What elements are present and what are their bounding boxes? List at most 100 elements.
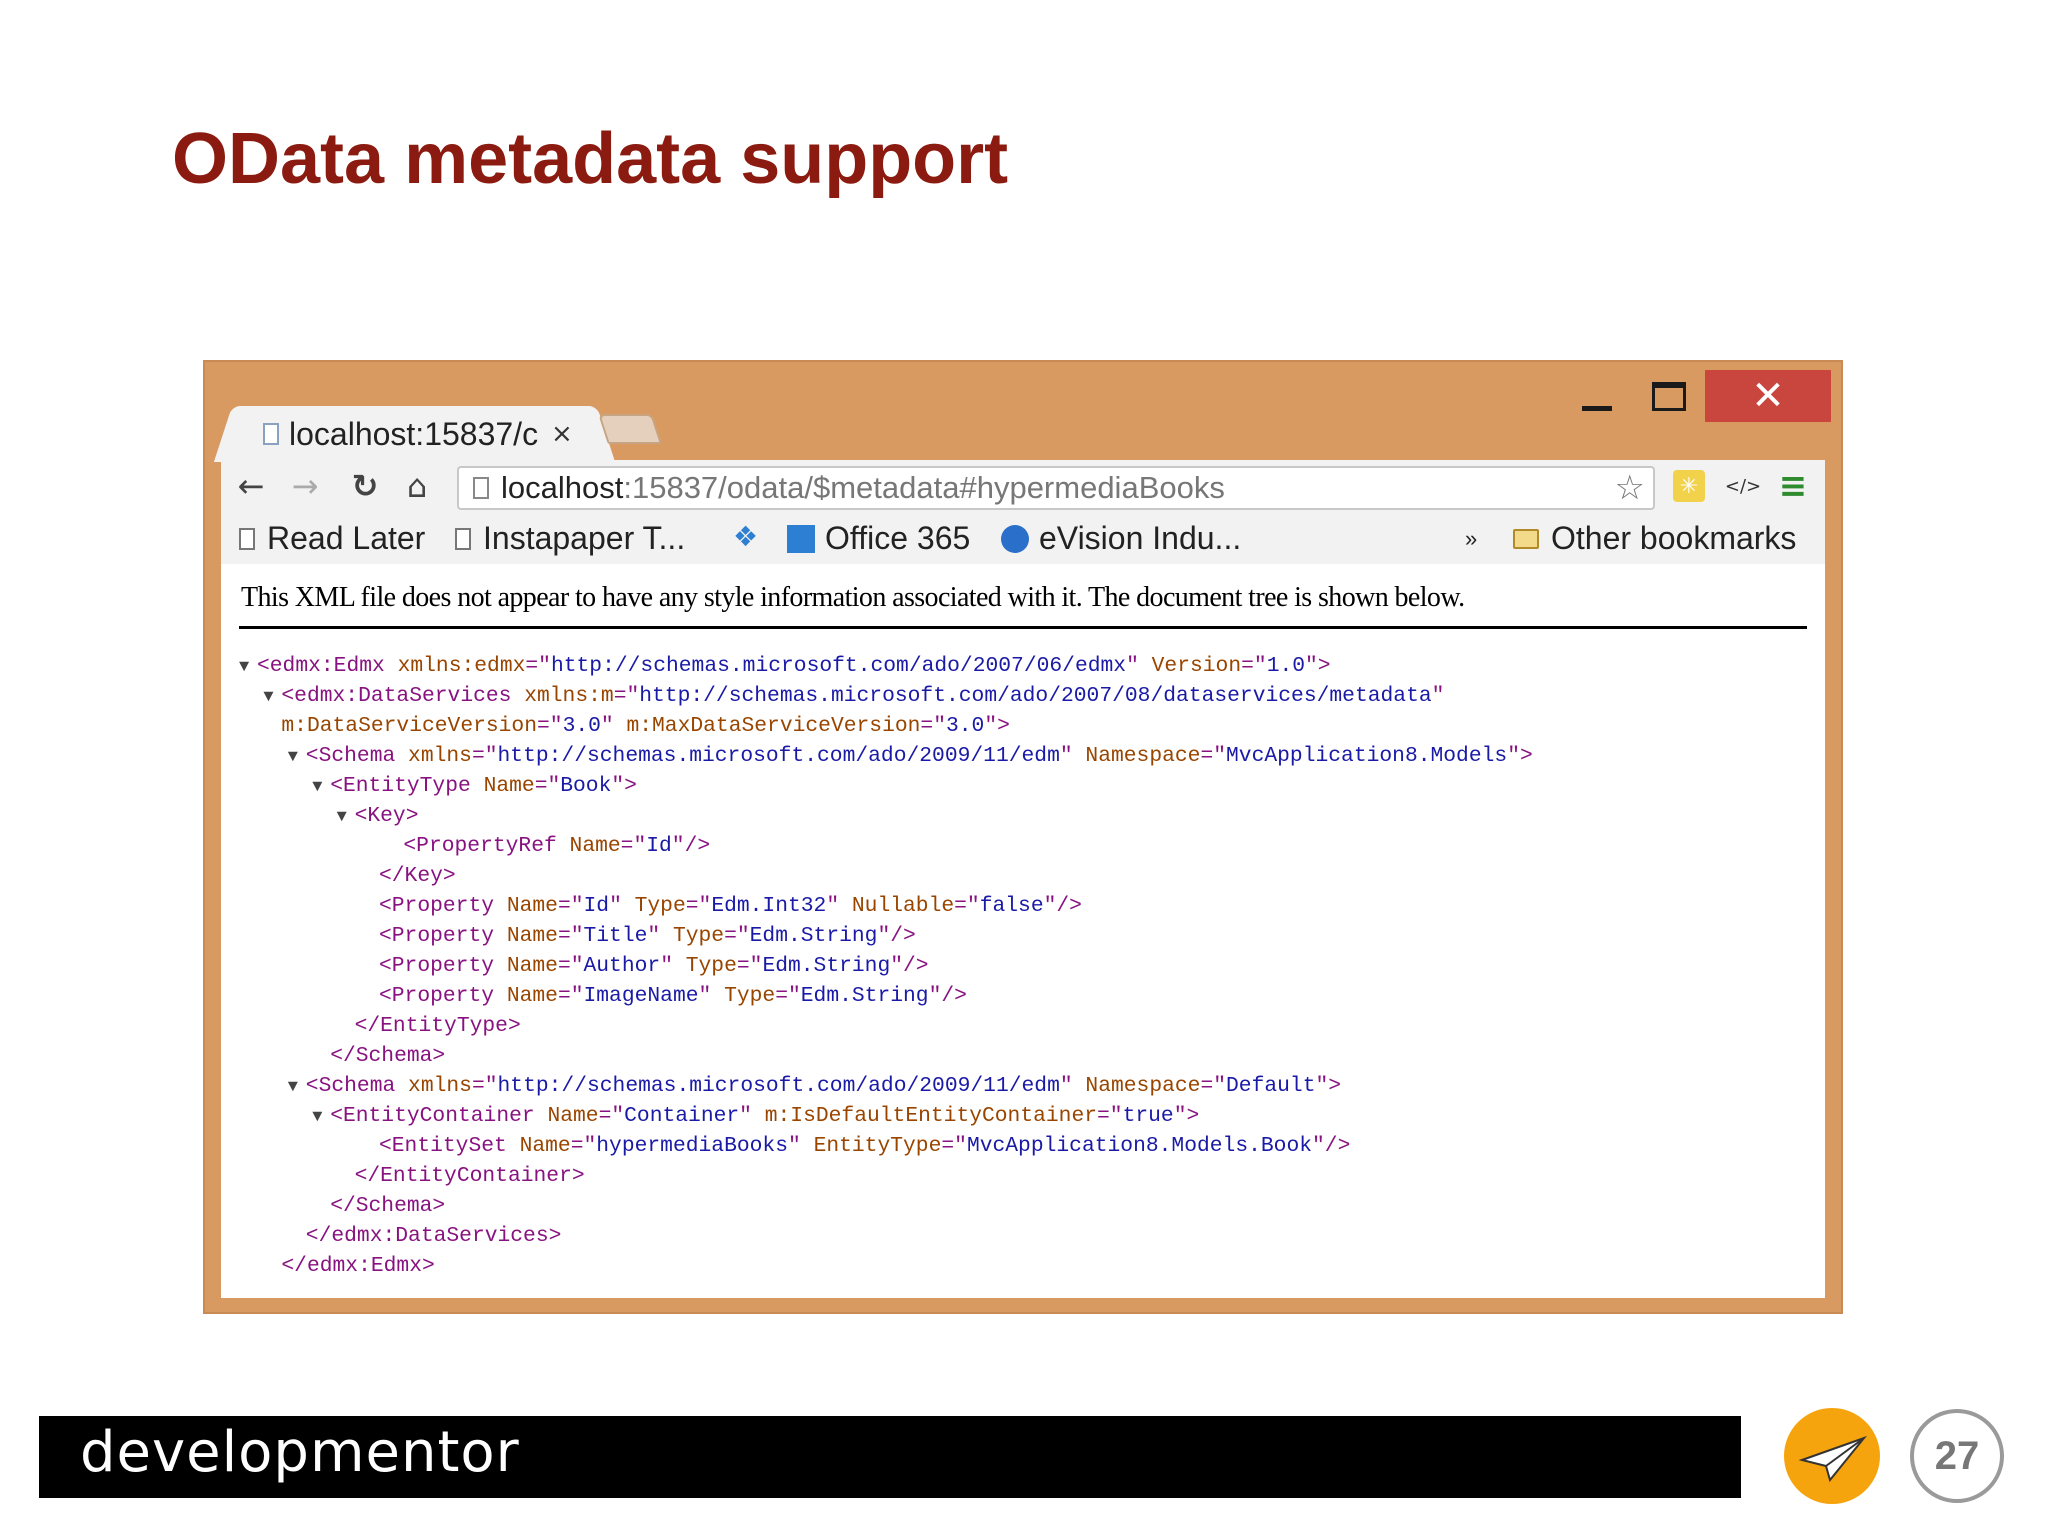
collapse-triangle-icon[interactable]: ▼ — [312, 778, 330, 797]
xml-tag: <edmx:Edmx — [257, 654, 398, 678]
collapse-triangle-icon[interactable]: ▼ — [239, 658, 257, 677]
xml-tag: </EntityContainer> — [354, 1164, 585, 1188]
xml-line: <Property Name="Title" Type="Edm.String"… — [361, 924, 916, 948]
xml-line[interactable]: ▼ <EntityType Name="Book"> — [312, 774, 637, 798]
xml-value: false — [979, 894, 1044, 918]
xml-tag: "> — [1173, 1104, 1200, 1128]
xml-tag: " — [609, 894, 635, 918]
xml-line: </Schema> — [312, 1044, 445, 1068]
brand-logo-text: developmentor — [80, 1420, 520, 1485]
close-icon: ✕ — [1751, 373, 1785, 419]
xml-tag: =" — [685, 894, 712, 918]
bookmark-office-365[interactable]: Office 365 — [787, 520, 970, 557]
xml-tag: <edmx:DataServices — [281, 684, 525, 708]
xml-line: </Key> — [361, 864, 456, 888]
office-icon — [787, 524, 815, 553]
xml-tag: <Property — [379, 984, 507, 1008]
xml-tag: =" — [557, 984, 584, 1008]
xml-line: <Property Name="Id" Type="Edm.Int32" Nul… — [361, 894, 1082, 918]
devtools-icon[interactable]: </> — [1721, 470, 1765, 502]
xml-tag: =" — [1200, 1074, 1227, 1098]
forward-icon[interactable]: → — [285, 466, 325, 506]
xml-line[interactable]: ▼ <Schema xmlns="http://schemas.microsoft… — [288, 1074, 1341, 1098]
xml-tag: "> — [1305, 654, 1331, 678]
maximize-button[interactable] — [1637, 370, 1701, 422]
xml-tag: "/> — [671, 834, 711, 858]
bookmarks-overflow-button[interactable]: » — [1465, 526, 1477, 552]
xml-attribute: Type — [724, 984, 776, 1008]
xml-tag: <EntityContainer — [330, 1104, 548, 1128]
bookmark-dropbox[interactable]: ❖ — [733, 520, 758, 553]
xml-tag: <Property — [379, 954, 507, 978]
xml-tag: =" — [534, 774, 561, 798]
collapse-triangle-icon[interactable]: ▼ — [288, 748, 306, 767]
xml-line: </EntityContainer> — [337, 1164, 585, 1188]
xml-tag: =" — [525, 654, 551, 678]
xml-attribute: Name — [506, 894, 558, 918]
xml-line[interactable]: ▼ <Schema xmlns="http://schemas.microsoft… — [288, 744, 1533, 768]
xml-value: Title — [583, 924, 648, 948]
new-tab-button[interactable] — [598, 414, 662, 444]
xml-line: <EntitySet Name="hypermediaBooks" Entity… — [361, 1134, 1350, 1158]
bookmark-evision[interactable]: eVision Indu... — [1001, 520, 1241, 557]
back-icon[interactable]: ← — [231, 466, 271, 506]
xml-attribute: Namespace — [1085, 744, 1201, 768]
xml-value: Edm.String — [800, 984, 929, 1008]
xml-tag: "> — [611, 774, 637, 798]
collapse-triangle-icon[interactable]: ▼ — [263, 688, 281, 707]
browser-chrome: ← → ↻ ⌂ localhost:15837/odata/$metadata#… — [221, 460, 1825, 564]
xml-value: Edm.String — [749, 924, 878, 948]
xml-line[interactable]: ▼ <edmx:DataServices xmlns:m="http://sche… — [263, 684, 1444, 708]
bookmark-instapaper[interactable]: Instapaper T... — [455, 520, 685, 557]
address-bar[interactable]: localhost:15837/odata/$metadata#hypermed… — [457, 466, 1655, 510]
collapse-triangle-icon[interactable]: ▼ — [288, 1078, 306, 1097]
page-icon — [455, 527, 471, 550]
paper-plane-icon — [1784, 1408, 1880, 1504]
xml-tag: "/> — [1043, 894, 1082, 918]
close-window-button[interactable]: ✕ — [1705, 370, 1831, 422]
reload-icon[interactable]: ↻ — [345, 466, 385, 506]
page-content: This XML file does not appear to have an… — [221, 564, 1825, 1298]
xml-attribute: m:IsDefaultEntityContainer — [764, 1104, 1098, 1128]
xml-value: Book — [560, 774, 612, 798]
xml-tag: " — [788, 1134, 814, 1158]
minimize-icon — [1582, 405, 1612, 411]
collapse-triangle-icon[interactable]: ▼ — [337, 808, 355, 827]
xml-attribute: xmlns — [408, 744, 472, 768]
page-icon — [473, 477, 489, 499]
bookmark-star-icon[interactable]: ☆ — [1615, 468, 1645, 508]
page-number: 27 — [1910, 1409, 2004, 1503]
xml-attribute: Type — [634, 894, 686, 918]
bookmark-label: Other bookmarks — [1551, 520, 1797, 556]
xml-tag: <Key> — [354, 804, 419, 828]
xml-line[interactable]: ▼ <Key> — [337, 804, 419, 828]
menu-icon[interactable]: ≡ — [1777, 466, 1809, 506]
xml-tag: =" — [471, 1074, 498, 1098]
xml-tag: =" — [557, 894, 584, 918]
xml-tag: </edmx:Edmx> — [281, 1254, 435, 1278]
xml-tag: " — [1059, 744, 1086, 768]
bookmark-read-later[interactable]: Read Later — [239, 520, 425, 557]
bookmark-other[interactable]: Other bookmarks — [1513, 520, 1796, 557]
url-path: :15837/odata/$metadata#hypermediaBooks — [623, 470, 1225, 505]
home-icon[interactable]: ⌂ — [397, 466, 437, 506]
xml-attribute: m:DataServiceVersion — [281, 714, 537, 738]
xml-tag: </Key> — [379, 864, 456, 888]
xml-attribute: Name — [547, 1104, 599, 1128]
minimize-button[interactable] — [1567, 370, 1627, 422]
tab-close-icon[interactable]: × — [551, 419, 573, 449]
xml-line[interactable]: ▼ <edmx:Edmx xmlns:edmx="http://schemas.m… — [239, 654, 1331, 678]
xml-tag: =" — [557, 924, 584, 948]
extension-icon[interactable]: ✳ — [1673, 470, 1705, 502]
collapse-triangle-icon[interactable]: ▼ — [312, 1108, 330, 1127]
xml-value: Edm.String — [762, 954, 891, 978]
xml-value: Id — [646, 834, 672, 858]
xml-line[interactable]: ▼ <EntityContainer Name="Container" m:IsD… — [312, 1104, 1199, 1128]
browser-tab[interactable]: localhost:15837/c × — [237, 406, 592, 462]
